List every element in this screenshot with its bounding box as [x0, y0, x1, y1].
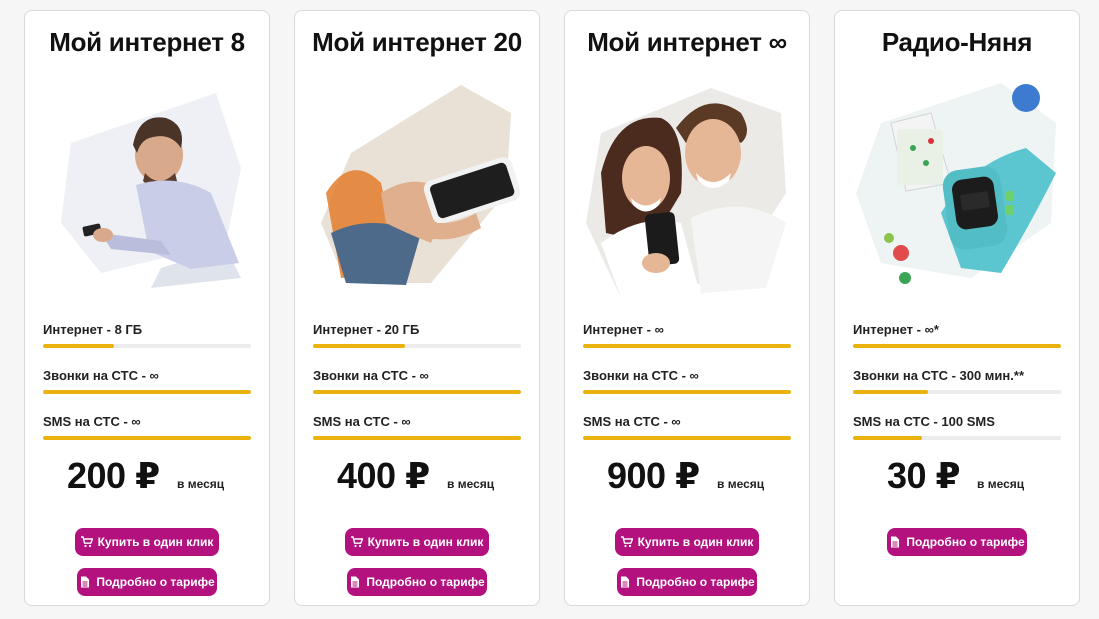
- details-button-label: Подробно о тарифе: [636, 575, 755, 589]
- progress-fill: [853, 390, 928, 394]
- document-icon: [349, 576, 361, 588]
- feature-sms: SMS на СТС - 100 SMS: [853, 414, 1063, 440]
- feature-label: SMS на СТС - ∞: [43, 414, 141, 429]
- feature-calls: Звонки на СТС - ∞: [583, 368, 793, 394]
- progress-bar: [43, 390, 251, 394]
- tariff-details-button[interactable]: Подробно о тарифе: [347, 568, 487, 596]
- price-period: в месяц: [177, 477, 225, 491]
- progress-fill: [313, 390, 521, 394]
- details-button-label: Подробно о тарифе: [366, 575, 485, 589]
- progress-fill: [583, 390, 791, 394]
- details-button-label: Подробно о тарифе: [96, 575, 215, 589]
- tariff-title: Мой интернет 8: [49, 27, 245, 57]
- progress-bar: [43, 436, 251, 440]
- price-amount: 400 ₽: [337, 455, 430, 496]
- feature-label: Звонки на СТС - ∞: [313, 368, 429, 383]
- tariff-card-internet-unlimited: Мой интернет ∞ Интернет - ∞ Звонки на СТ…: [564, 10, 810, 606]
- tariff-title: Радио-Няня: [881, 27, 1033, 57]
- price-block: 900 ₽ в месяц: [565, 455, 809, 505]
- tariff-title: Мой интернет ∞: [587, 27, 787, 57]
- feature-label: Интернет - 20 ГБ: [313, 322, 420, 337]
- buy-button-label: Купить в один клик: [637, 535, 754, 549]
- progress-fill: [853, 344, 1061, 348]
- tariff-card-radio-nanny: Радио-Няня Интернет - ∞* Звонки на СТС -…: [834, 10, 1080, 606]
- feature-calls: Звонки на СТС - 300 мин.**: [853, 368, 1063, 394]
- price-block: 200 ₽ в месяц: [25, 455, 269, 505]
- progress-fill: [43, 344, 114, 348]
- price-block: 400 ₽ в месяц: [295, 455, 539, 505]
- cart-icon: [350, 536, 363, 548]
- feature-internet: Интернет - 8 ГБ: [43, 322, 253, 348]
- progress-fill: [43, 390, 251, 394]
- feature-calls: Звонки на СТС - ∞: [43, 368, 253, 394]
- price-amount: 900 ₽: [607, 455, 700, 496]
- feature-label: Звонки на СТС - ∞: [583, 368, 699, 383]
- buy-one-click-button[interactable]: Купить в один клик: [75, 528, 219, 556]
- buy-button-label: Купить в один клик: [367, 535, 484, 549]
- feature-label: Звонки на СТС - 300 мин.**: [853, 368, 1024, 383]
- buy-one-click-button[interactable]: Купить в один клик: [615, 528, 759, 556]
- feature-internet: Интернет - 20 ГБ: [313, 322, 523, 348]
- feature-sms: SMS на СТС - ∞: [583, 414, 793, 440]
- progress-fill: [313, 436, 521, 440]
- document-icon: [79, 576, 91, 588]
- feature-label: SMS на СТС - ∞: [583, 414, 681, 429]
- feature-label: Звонки на СТС - ∞: [43, 368, 159, 383]
- feature-label: Интернет - ∞*: [853, 322, 939, 337]
- kids-smartwatch-image: [851, 73, 1065, 303]
- buy-one-click-button[interactable]: Купить в один клик: [345, 528, 489, 556]
- hand-with-phone-image: [311, 73, 525, 303]
- document-icon: [619, 576, 631, 588]
- couple-with-phone-image: [581, 73, 795, 303]
- progress-fill: [853, 436, 922, 440]
- feature-internet: Интернет - ∞*: [853, 322, 1063, 348]
- price-amount: 200 ₽: [67, 455, 160, 496]
- feature-label: SMS на СТС - ∞: [313, 414, 411, 429]
- feature-sms: SMS на СТС - ∞: [313, 414, 523, 440]
- progress-bar: [853, 344, 1061, 348]
- price-period: в месяц: [447, 477, 495, 491]
- price-amount: 30 ₽: [887, 455, 961, 496]
- tariff-card-internet-20: Мой интернет 20 Интернет - 20 ГБ Звонки …: [294, 10, 540, 606]
- feature-calls: Звонки на СТС - ∞: [313, 368, 523, 394]
- buy-button-label: Купить в один клик: [97, 535, 214, 549]
- price-period: в месяц: [977, 477, 1025, 491]
- cart-icon: [80, 536, 93, 548]
- man-with-phone-image: [41, 73, 255, 303]
- progress-bar: [313, 436, 521, 440]
- progress-bar: [583, 390, 791, 394]
- feature-label: Интернет - 8 ГБ: [43, 322, 143, 337]
- feature-label: Интернет - ∞: [583, 322, 664, 337]
- tariff-card-internet-8: Мой интернет 8 Интернет - 8 ГБ Звонки на…: [24, 10, 270, 606]
- progress-bar: [853, 436, 1061, 440]
- progress-fill: [583, 344, 791, 348]
- feature-internet: Интернет - ∞: [583, 322, 793, 348]
- tariff-details-button[interactable]: Подробно о тарифе: [77, 568, 217, 596]
- cart-icon: [620, 536, 633, 548]
- progress-bar: [583, 344, 791, 348]
- details-button-label: Подробно о тарифе: [906, 535, 1025, 549]
- feature-sms: SMS на СТС - ∞: [43, 414, 253, 440]
- progress-fill: [313, 344, 405, 348]
- progress-bar: [853, 390, 1061, 394]
- price-period: в месяц: [717, 477, 765, 491]
- tariff-details-button[interactable]: Подробно о тарифе: [617, 568, 757, 596]
- progress-bar: [313, 344, 521, 348]
- progress-bar: [583, 436, 791, 440]
- document-icon: [889, 536, 901, 548]
- progress-fill: [43, 436, 251, 440]
- feature-label: SMS на СТС - 100 SMS: [853, 414, 995, 429]
- progress-fill: [583, 436, 791, 440]
- tariff-details-button[interactable]: Подробно о тарифе: [887, 528, 1027, 556]
- price-block: 30 ₽ в месяц: [835, 455, 1079, 505]
- tariff-title: Мой интернет 20: [312, 27, 522, 57]
- progress-bar: [43, 344, 251, 348]
- tariff-cards: Мой интернет 8 Интернет - 8 ГБ Звонки на…: [24, 10, 1082, 606]
- progress-bar: [313, 390, 521, 394]
